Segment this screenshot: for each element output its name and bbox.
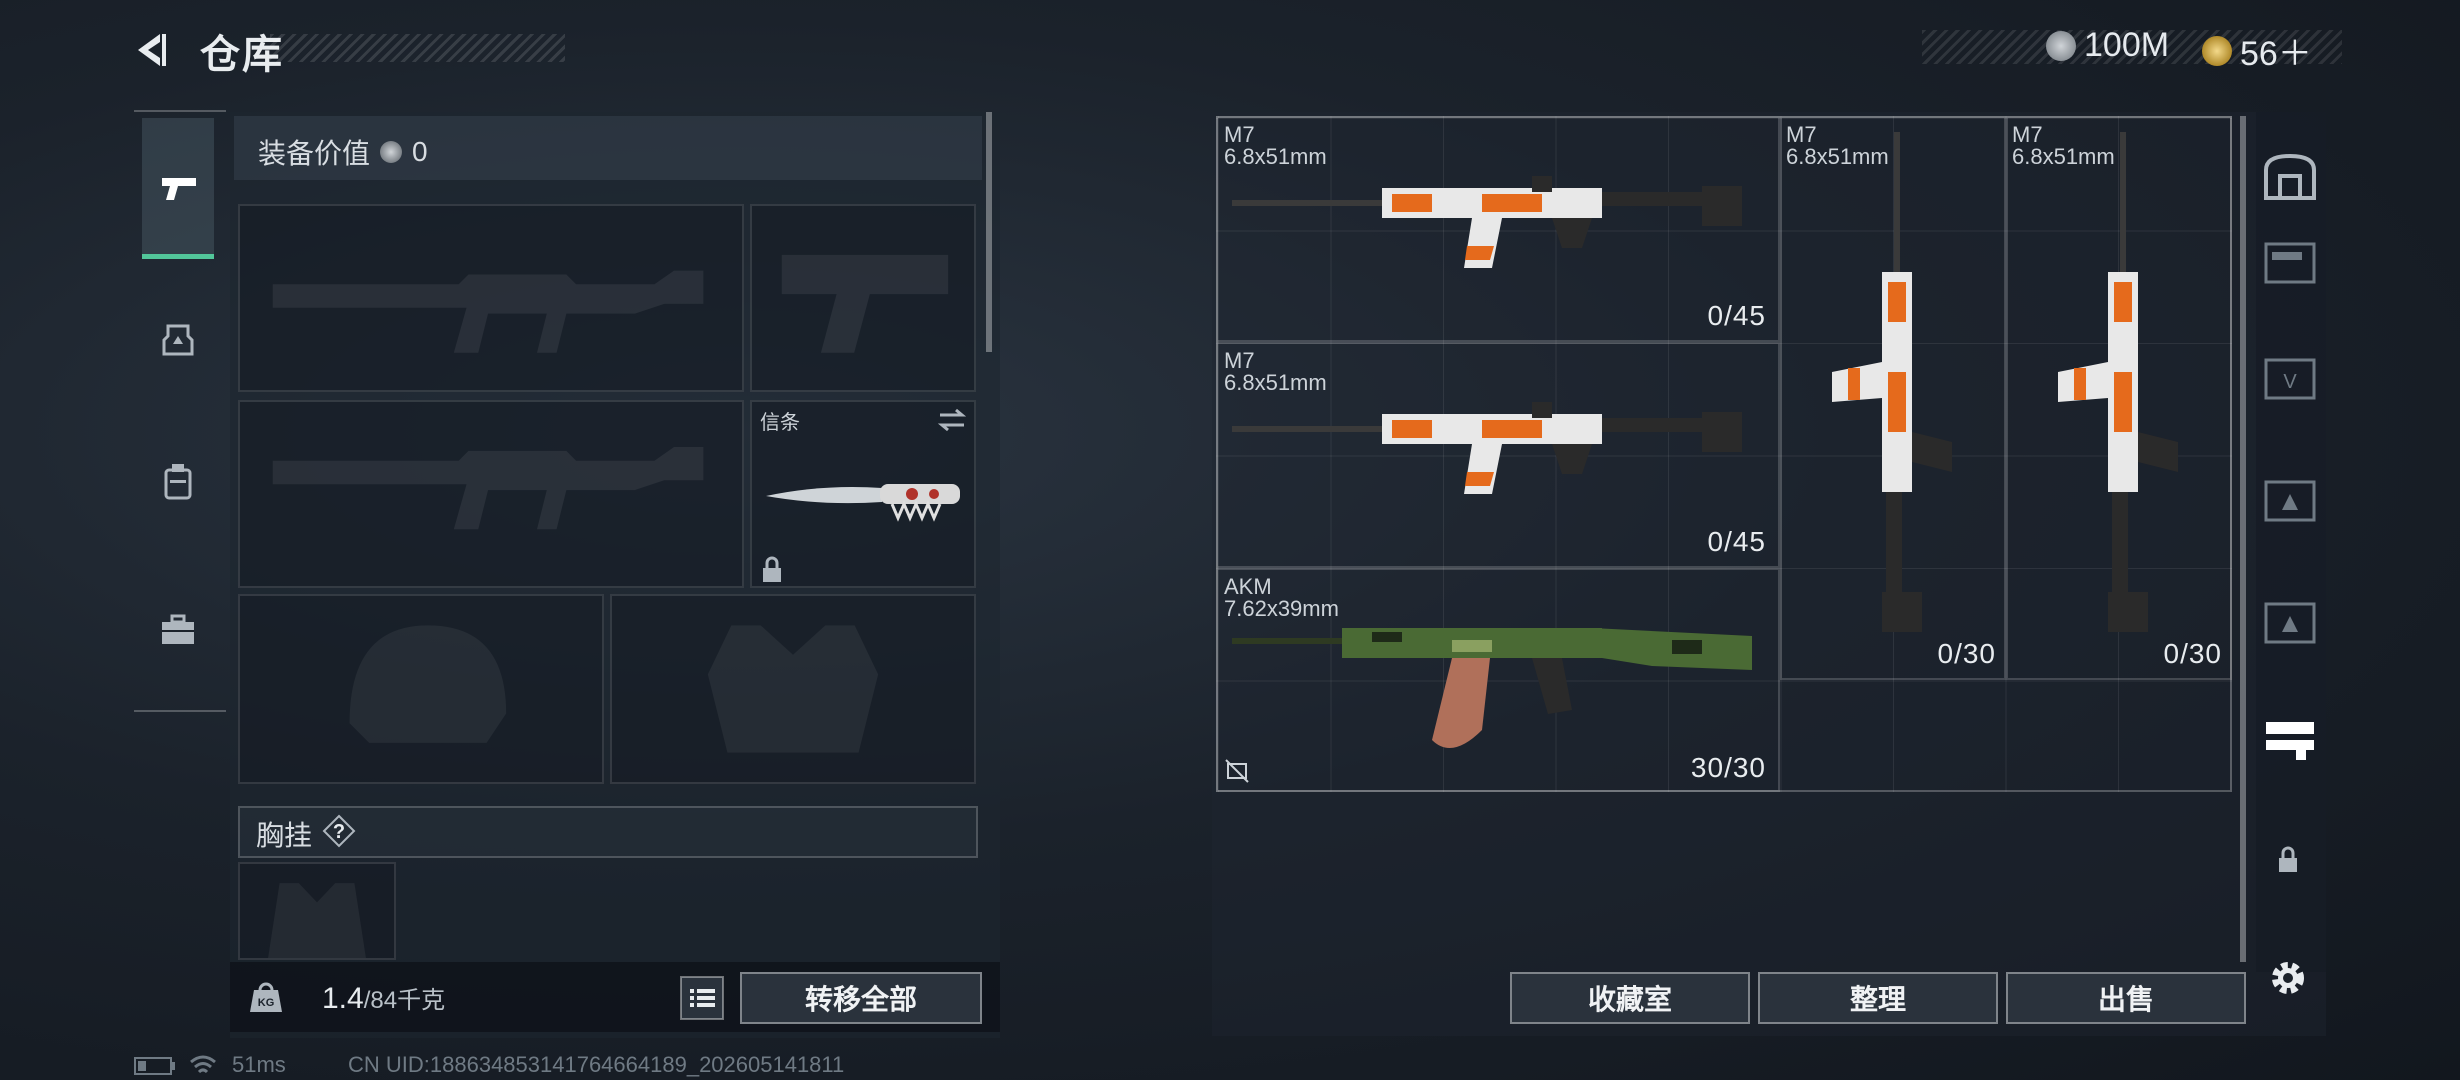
stash-tab-4-icon[interactable] [2260, 596, 2320, 648]
item-ammo-count: 0/30 [2163, 638, 2222, 669]
back-icon[interactable] [130, 28, 174, 72]
stash-tab-3-icon[interactable] [2260, 474, 2320, 526]
stash-item-m7-2[interactable]: M7 6.8x51mm 0/45 [1216, 342, 1780, 568]
item-ammo-count: 0/45 [1707, 526, 1766, 557]
rifle-silhouette-icon [272, 270, 704, 353]
stash-tab-main-icon[interactable] [2260, 150, 2320, 202]
item-ammo-count: 30/30 [1690, 752, 1766, 783]
category-divider [134, 710, 226, 712]
stash-item-m7-3[interactable]: M7 6.8x51mm 0/30 [1780, 116, 2006, 680]
gold-currency[interactable]: 56＋ [2202, 26, 2312, 75]
helmet-silhouette-icon [349, 625, 507, 743]
m7-rifle-vertical-icon [1832, 132, 1952, 632]
collection-room-button[interactable]: 收藏室 [1510, 972, 1750, 1024]
akm-rifle-icon [1232, 628, 1752, 748]
backpack-icon[interactable] [156, 460, 200, 504]
sell-button[interactable]: 出售 [2006, 972, 2246, 1024]
item-ammo-count: 0/30 [1937, 638, 1996, 669]
weight-readout: 1.4/84千克 [322, 980, 445, 1016]
stash-item-akm[interactable]: AKM 7.62x39mm 30/30 [1216, 568, 1780, 792]
list-view-icon[interactable] [680, 976, 724, 1020]
swap-icon[interactable] [936, 408, 968, 432]
vest-silhouette-icon [707, 625, 879, 753]
silver-currency[interactable]: 100M [2046, 26, 2169, 65]
melee-slot-label: 信条 [760, 412, 800, 434]
silver-coin-icon [380, 141, 403, 163]
ping: 51ms [232, 1052, 286, 1077]
item-name: M7 [1224, 348, 1255, 373]
pistol-icon [162, 178, 196, 200]
help-icon[interactable]: ? [322, 814, 356, 848]
m7-rifle-vertical-icon [2058, 132, 2178, 632]
m7-rifle-icon [1232, 176, 1742, 268]
silver-amount: 100M [2084, 26, 2170, 64]
locked-tab-icon [2279, 846, 2297, 872]
battery-icon [134, 1057, 175, 1075]
item-ammo-count: 0/45 [1707, 300, 1766, 331]
item-caliber: 6.8x51mm [1224, 144, 1327, 169]
stash-item-m7-1[interactable]: M7 6.8x51mm 0/45 [1216, 116, 1780, 342]
m7-rifle-icon [1232, 402, 1742, 494]
sort-button[interactable]: 整理 [1758, 972, 1998, 1024]
stash-tab-2-icon[interactable]: V [2260, 352, 2320, 404]
equipment-scrollbar[interactable] [986, 112, 992, 352]
melee-slot[interactable]: 信条 [750, 400, 976, 588]
silver-coin-icon [2046, 30, 2076, 61]
armor-slot[interactable] [610, 594, 976, 784]
stash-tab-weapons-icon[interactable] [2260, 712, 2320, 764]
svg-text:V: V [2283, 371, 2297, 393]
no-insurance-icon [1225, 759, 1249, 783]
svg-text:KG: KG [258, 997, 275, 1009]
gold-amount: 56＋ [2240, 35, 2312, 73]
stash-item-m7-4[interactable]: M7 6.8x51mm 0/30 [2006, 116, 2232, 680]
equipment-value-number: 0 [412, 136, 428, 167]
wifi-icon [190, 1055, 216, 1074]
category-divider [134, 110, 226, 112]
svg-text:?: ? [333, 821, 345, 843]
gold-coin-icon [2202, 35, 2232, 66]
title-decoration [270, 34, 565, 62]
equipment-value-label: 装备价值 [258, 138, 371, 169]
knife-icon [766, 484, 960, 522]
chest-rig-slot[interactable] [238, 862, 396, 960]
item-name: M7 [1224, 122, 1255, 147]
weight-current: 1.4 [322, 982, 364, 1015]
chest-rig-silhouette-icon [268, 883, 366, 958]
stash-tab-1-icon[interactable] [2260, 236, 2320, 288]
pistol-slot[interactable] [750, 204, 976, 392]
weight-icon: KG [250, 982, 282, 1012]
primary-weapon-slot-1[interactable] [238, 204, 744, 392]
helmet-slot[interactable] [238, 594, 604, 784]
equipment-value: 装备价值 0 [258, 132, 428, 172]
item-name: AKM [1224, 574, 1272, 599]
primary-weapon-slot-2[interactable] [238, 400, 744, 588]
stash-scrollbar[interactable] [2240, 116, 2246, 962]
pistol-silhouette-icon [781, 254, 949, 353]
toolbox-icon[interactable] [156, 608, 200, 652]
transfer-all-button[interactable]: 转移全部 [740, 972, 982, 1024]
item-caliber: 6.8x51mm [1224, 370, 1327, 395]
chest-rig-label: 胸挂 [256, 820, 313, 851]
settings-gear-icon[interactable] [2266, 956, 2310, 1000]
helmet-armor-icon[interactable] [156, 316, 200, 360]
lock-icon [763, 556, 781, 582]
weight-max: /84千克 [363, 987, 446, 1014]
rifle-silhouette-icon [272, 447, 704, 530]
player-uid: CN UID:18863485314176466418​9_2026051418… [348, 1052, 845, 1077]
